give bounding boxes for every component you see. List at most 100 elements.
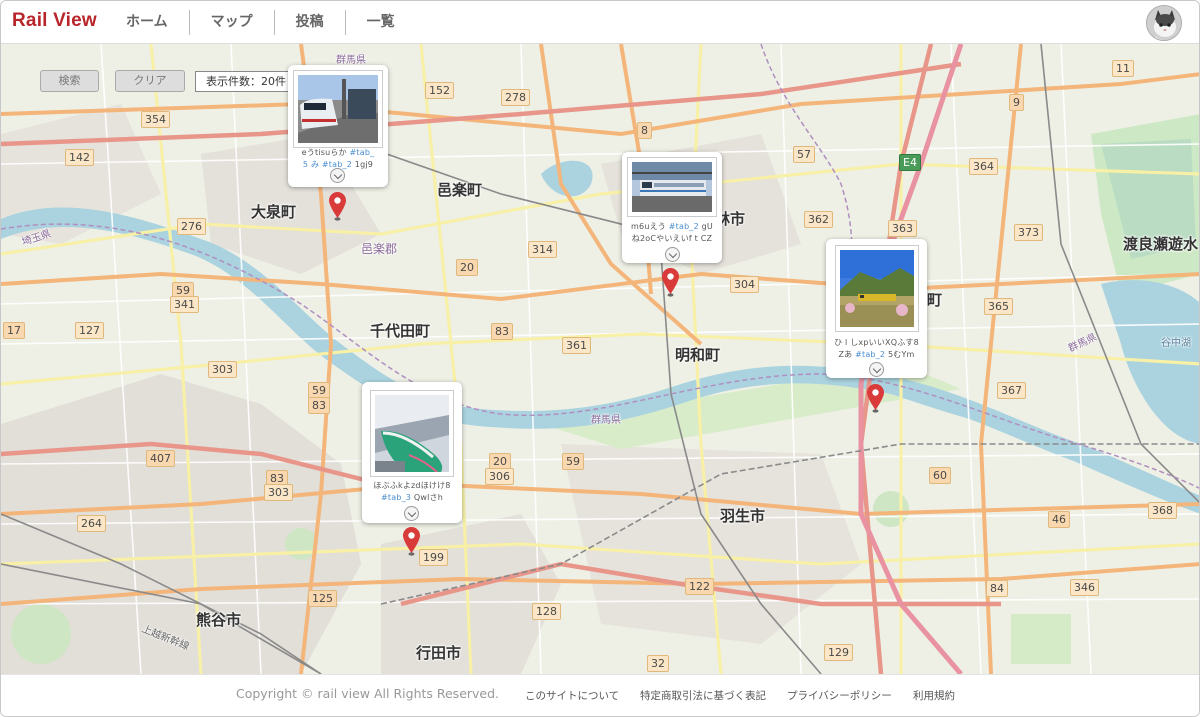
map-label-watarase: 渡良瀬遊水	[1123, 235, 1199, 253]
footer-link-about[interactable]: このサイトについて	[525, 688, 619, 703]
hashtag-link[interactable]: #tab_2	[855, 350, 885, 359]
map-pin-icon[interactable]	[328, 191, 347, 222]
post-thumbnail[interactable]	[835, 245, 919, 332]
train-photo-image	[632, 162, 712, 212]
app-window: Rail View ホーム マップ 投稿 一覧 大泉町 邑楽町 邑楽郡 千代田町…	[0, 0, 1200, 717]
expand-chevron-icon[interactable]	[404, 506, 419, 521]
post-popup[interactable]: ほぶふkよzdほけけ8 #tab_3 Qwlさh	[362, 382, 462, 523]
clear-button[interactable]: クリア	[115, 70, 185, 92]
road-shield: 125	[308, 590, 337, 607]
road-shield: 57	[793, 146, 815, 163]
expand-chevron-icon[interactable]	[665, 247, 680, 262]
post-popup[interactable]: m6uえう #tab_2 gU ね2oCやいえいf t CZ	[622, 152, 722, 263]
road-shield: 20	[456, 259, 478, 276]
search-button[interactable]: 検索	[40, 70, 99, 92]
post-caption: ひ l しxpいいXQふす8 Zあ #tab_2 5むYm	[834, 338, 919, 359]
road-shield: 362	[804, 211, 833, 228]
map-label-gyoda: 行田市	[416, 644, 462, 662]
road-shield: 9	[1009, 94, 1024, 111]
road-shield: 361	[562, 337, 591, 354]
road-shield: 314	[528, 241, 557, 258]
road-shield: 373	[1014, 224, 1043, 241]
map-label-meiwa: 明和町	[675, 346, 721, 364]
post-popup[interactable]: ひ l しxpいいXQふす8 Zあ #tab_2 5むYm	[826, 239, 927, 378]
road-shield: 60	[929, 467, 951, 484]
train-photo-image	[840, 250, 914, 327]
post-popup[interactable]: eうtisuらか #tab_ 5 み #tab_2 1gj9	[288, 65, 388, 187]
display-count-value: 表示件数：20件	[206, 75, 286, 88]
expressway-shield: E4	[899, 154, 921, 171]
road-shield: 8	[637, 122, 652, 139]
post-thumbnail[interactable]	[370, 390, 454, 477]
expand-chevron-icon[interactable]	[869, 362, 884, 377]
map-view[interactable]: 大泉町 邑楽町 邑楽郡 千代田町 明和町 羽生市 熊谷市 行田市 林市 町 渡良…	[1, 44, 1199, 674]
road-shield: 17	[3, 322, 25, 339]
map-pin-icon[interactable]	[402, 526, 421, 557]
map-pin-icon[interactable]	[661, 267, 680, 298]
post-caption: ほぶふkよzdほけけ8 #tab_3 Qwlさh	[373, 481, 451, 502]
map-label-yanaka-lake: 谷中湖	[1161, 338, 1191, 349]
road-shield: 129	[824, 644, 853, 661]
map-label-kumagaya: 熊谷市	[196, 611, 242, 629]
road-shield: 122	[685, 578, 714, 595]
map-label-gunma-2: 群馬県	[591, 415, 621, 426]
user-avatar[interactable]	[1146, 5, 1182, 41]
nav-item-list[interactable]: 一覧	[346, 10, 416, 35]
road-shield: 199	[419, 549, 448, 566]
road-shield: 367	[997, 382, 1026, 399]
cat-avatar-icon	[1147, 6, 1181, 40]
map-label-ooizumi: 大泉町	[251, 203, 297, 221]
nav-item-post[interactable]: 投稿	[275, 10, 346, 35]
road-shield: 11	[1112, 60, 1134, 77]
road-shield: 59	[562, 453, 584, 470]
nav-item-home[interactable]: ホーム	[105, 10, 190, 35]
road-shield: 83	[308, 397, 330, 414]
map-label-chiyoda: 千代田町	[370, 322, 431, 340]
map-tiles	[1, 44, 1199, 674]
road-shield: 363	[888, 220, 917, 237]
map-label-itakura: 町	[927, 291, 943, 309]
site-logo[interactable]: Rail View	[12, 10, 97, 32]
road-shield: 278	[501, 89, 530, 106]
hashtag-link[interactable]: #tab_2	[669, 222, 699, 231]
main-nav: ホーム マップ 投稿 一覧	[105, 10, 416, 35]
road-shield: 32	[647, 655, 669, 672]
road-shield: 341	[170, 296, 199, 313]
road-shield: 127	[75, 322, 104, 339]
road-shield: 84	[986, 580, 1008, 597]
road-shield: 407	[146, 450, 175, 467]
road-shield: 304	[730, 276, 759, 293]
train-photo-image	[375, 395, 449, 472]
post-caption: m6uえう #tab_2 gU ね2oCやいえいf t CZ	[631, 222, 713, 243]
map-label-ouramachi: 邑楽町	[437, 181, 483, 199]
map-pin-icon[interactable]	[866, 383, 885, 414]
map-label-gunma-1: 群馬県	[336, 55, 366, 66]
train-photo-image	[298, 75, 378, 143]
road-shield: 368	[1148, 502, 1177, 519]
road-shield: 128	[532, 603, 561, 620]
hashtag-link[interactable]: #tab_	[350, 148, 375, 157]
footer-link-privacy[interactable]: プライバシーポリシー	[787, 688, 892, 703]
road-shield: 152	[425, 82, 454, 99]
road-shield: 142	[65, 149, 94, 166]
map-label-ouragun: 邑楽郡	[361, 242, 398, 256]
copyright-text: Copyright © rail view All Rights Reserve…	[236, 686, 500, 701]
road-shield: 364	[969, 158, 998, 175]
footer-link-commerce-law[interactable]: 特定商取引法に基づく表記	[640, 688, 766, 703]
post-thumbnail[interactable]	[293, 70, 383, 148]
post-thumbnail[interactable]	[627, 157, 717, 217]
road-shield: 365	[984, 298, 1013, 315]
road-shield: 303	[208, 361, 237, 378]
road-shield: 264	[77, 515, 106, 532]
road-shield: 354	[141, 111, 170, 128]
footer: Copyright © rail view All Rights Reserve…	[1, 674, 1199, 716]
road-shield: 306	[485, 468, 514, 485]
hashtag-link[interactable]: #tab_3	[381, 493, 411, 502]
road-shield: 346	[1070, 579, 1099, 596]
road-shield: 46	[1048, 511, 1070, 528]
nav-item-map[interactable]: マップ	[190, 10, 275, 35]
road-shield: 276	[177, 218, 206, 235]
road-shield: 303	[264, 484, 293, 501]
expand-chevron-icon[interactable]	[330, 168, 345, 183]
footer-link-terms[interactable]: 利用規約	[913, 688, 955, 703]
